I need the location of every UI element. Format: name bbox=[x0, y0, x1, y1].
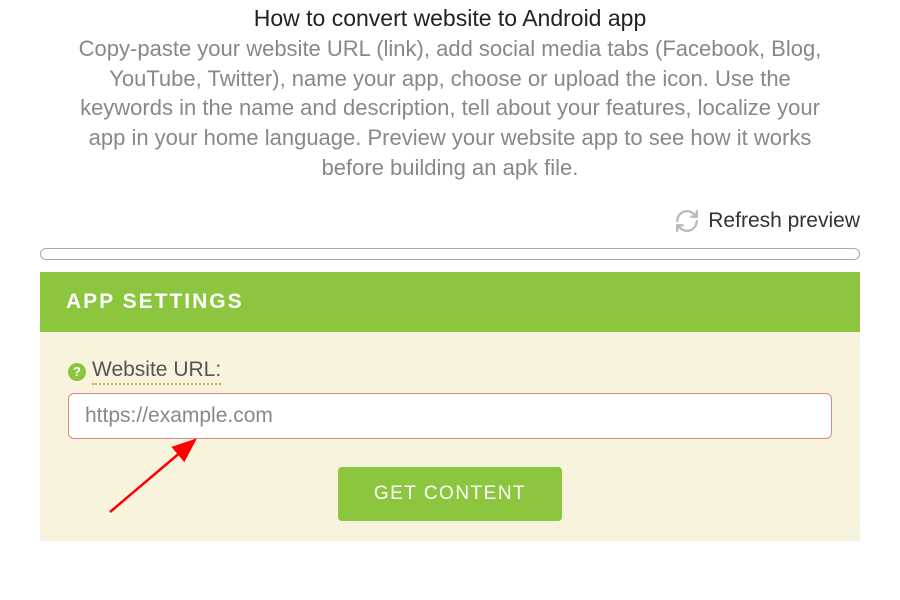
refresh-icon bbox=[674, 208, 700, 234]
page-description: Copy-paste your website URL (link), add … bbox=[60, 34, 840, 182]
refresh-label: Refresh preview bbox=[708, 209, 860, 233]
settings-title: APP SETTINGS bbox=[66, 290, 834, 314]
refresh-preview-button[interactable]: Refresh preview bbox=[0, 190, 900, 248]
progress-bar bbox=[40, 248, 860, 260]
settings-header: APP SETTINGS bbox=[40, 272, 860, 332]
help-icon[interactable]: ? bbox=[68, 363, 86, 381]
url-field-label: Website URL: bbox=[92, 358, 221, 385]
settings-body: ? Website URL: GET CONTENT bbox=[40, 332, 860, 541]
page-title: How to convert website to Android app bbox=[60, 5, 840, 32]
website-url-input[interactable] bbox=[68, 393, 832, 439]
get-content-button[interactable]: GET CONTENT bbox=[338, 467, 562, 521]
